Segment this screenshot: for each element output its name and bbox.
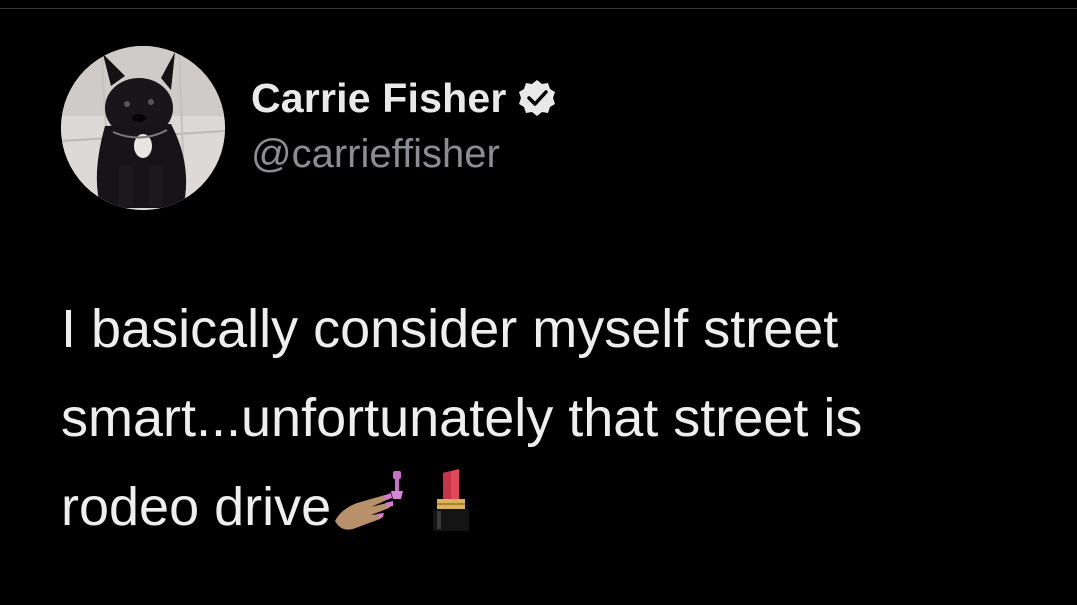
author-block: Carrie Fisher @carrieffisher xyxy=(251,72,557,177)
author-name-row: Carrie Fisher xyxy=(251,72,557,124)
avatar[interactable] xyxy=(61,46,225,210)
verified-badge-icon xyxy=(517,78,557,118)
tweet: Carrie Fisher @carrieffisher I basically… xyxy=(0,0,1077,605)
nail-polish-emoji xyxy=(331,469,411,533)
author-handle[interactable]: @carrieffisher xyxy=(251,132,557,177)
tweet-text: I basically consider myself street smart… xyxy=(61,285,1051,552)
avatar-dog-photo xyxy=(61,46,225,210)
tweet-text-line-3: rodeo drive xyxy=(61,463,1051,552)
tweet-text-line-3-text: rodeo drive xyxy=(61,477,332,537)
tweet-text-line-1: I basically consider myself street xyxy=(61,299,839,359)
author-display-name[interactable]: Carrie Fisher xyxy=(251,75,507,122)
tweet-text-line-2: smart...unfortunately that street is xyxy=(61,388,863,448)
lipstick-emoji xyxy=(429,469,473,533)
top-divider xyxy=(0,8,1077,9)
